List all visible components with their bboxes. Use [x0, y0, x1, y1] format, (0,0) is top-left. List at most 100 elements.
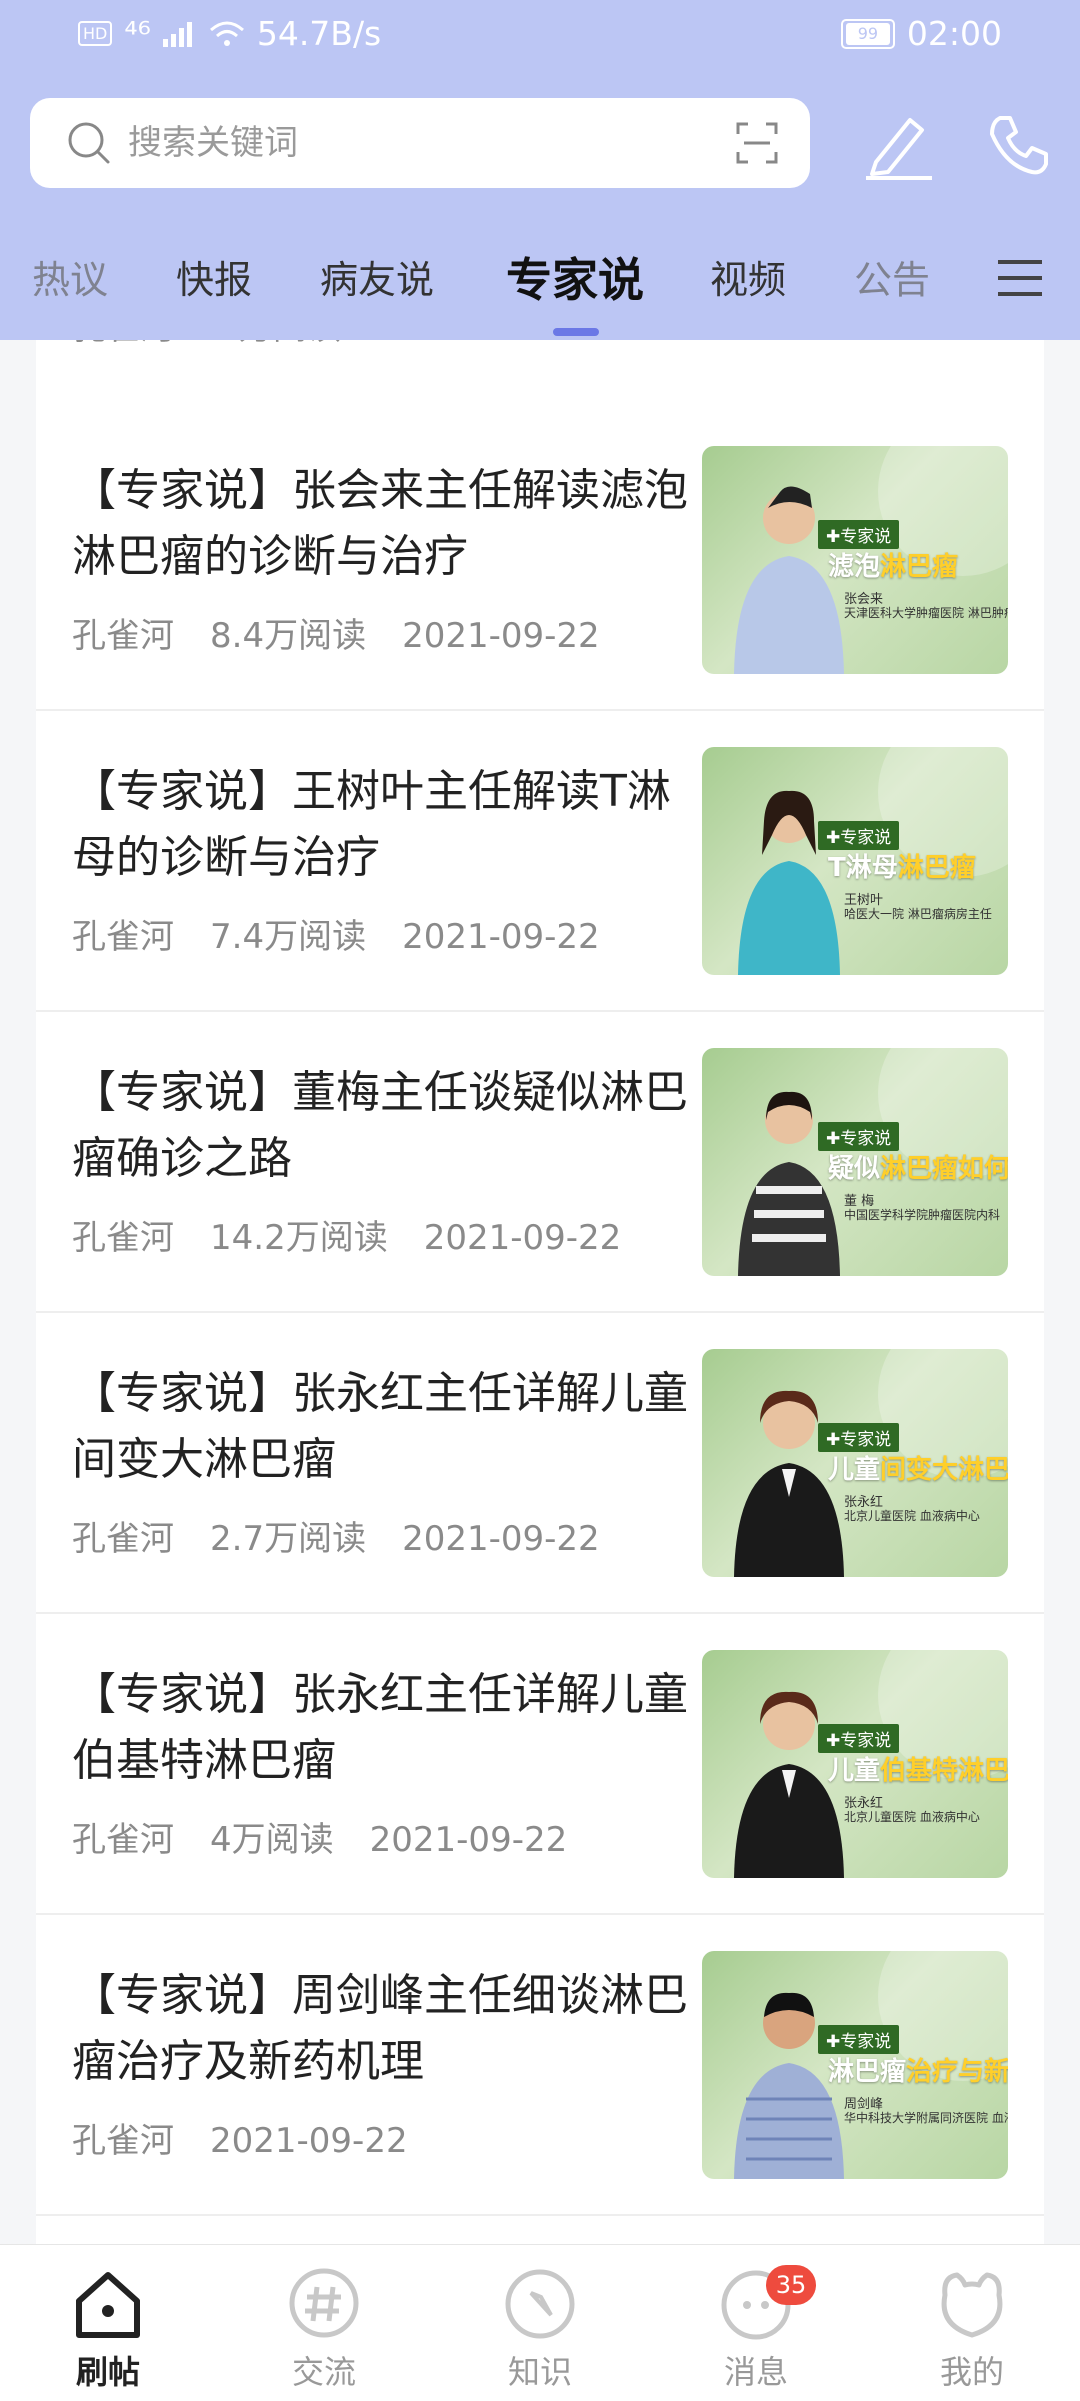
thumbnail-hospital: 天津医科大学肿瘤医院 淋巴肿瘤科主任 — [844, 606, 1008, 620]
nav-label: 知识 — [507, 2353, 572, 2391]
category-tabs: 热议 快报 病友说 专家说 视频 公告 — [0, 250, 1080, 340]
article-item[interactable]: 【专家说】张永红主任详解儿童间变大淋巴瘤 孔雀河 2.7万阅读 2021-09-22… — [36, 1313, 1044, 1614]
article-reads: 8.4万阅读 — [210, 616, 367, 656]
article-author: 孔雀河 — [72, 1519, 174, 1559]
hd-indicator: HD — [78, 21, 113, 46]
article-title: 【专家说】王树叶主任解读T淋母的诊断与治疗 — [72, 766, 671, 883]
nav-exchange[interactable]: 交流 — [254, 2265, 394, 2393]
article-reads: 7.4万阅读 — [210, 917, 367, 957]
article-item[interactable]: 【专家说】张会来主任解读滤泡淋巴瘤的诊断与治疗 孔雀河 8.4万阅读 2021-09… — [36, 410, 1044, 711]
thumbnail-badge: ✚专家说 — [818, 1122, 900, 1151]
tab-news[interactable]: 快报 — [176, 250, 252, 310]
compass-icon — [505, 2269, 575, 2339]
article-feed: 孔雀河 4.7万阅读 2021-09-22 【专家说】张会来主任解读滤泡淋巴瘤的… — [36, 340, 1044, 2244]
article-reads: 2.7万阅读 — [210, 1519, 367, 1559]
article-date: 2021-09-22 — [402, 616, 600, 656]
article-thumbnail: ✚专家说 疑似淋巴瘤如何确诊 董 梅 中国医学科学院肿瘤医院内科 — [702, 1048, 1008, 1276]
signal-icon — [162, 21, 192, 47]
wifi-icon — [209, 21, 244, 46]
article-author: 孔雀河 — [72, 1820, 174, 1860]
top-header: HD ⁴⁶ 54.7B/s 99 02:00 搜索关键词 热议 快报 病友说 专… — [0, 0, 1080, 340]
article-thumbnail: ✚专家说 儿童间变大淋巴瘤 张永红 北京儿童医院 血液病中心 — [702, 1349, 1008, 1577]
article-date: 2021-09-22 — [402, 917, 600, 957]
article-author: 孔雀河 — [72, 2121, 174, 2161]
active-tab-indicator — [553, 328, 599, 336]
article-title: 【专家说】张永红主任详解儿童间变大淋巴瘤 — [72, 1368, 688, 1485]
hashtag-chat-icon — [289, 2268, 359, 2338]
article-meta: 孔雀河 4万阅读 2021-09-22 — [72, 1812, 603, 1861]
article-thumbnail: ✚专家说 淋巴瘤治疗与新药 周剑峰 华中科技大学附属同济医院 血液科主任 — [702, 1951, 1008, 2179]
article-meta: 孔雀河 2.7万阅读 2021-09-22 — [72, 1511, 636, 1560]
thumbnail-headline: T淋母淋巴瘤 — [828, 853, 976, 883]
search-icon — [68, 122, 110, 164]
nav-feed[interactable]: 刷帖 — [38, 2265, 178, 2393]
bottom-navigation: 刷帖 交流 知识 消息 35 我的 — [0, 2244, 1080, 2401]
tab-patients[interactable]: 病友说 — [320, 250, 434, 310]
nav-label: 刷帖 — [75, 2353, 140, 2391]
article-thumbnail: ✚专家说 T淋母淋巴瘤 王树叶 哈医大一院 淋巴瘤病房主任 — [702, 747, 1008, 975]
article-date: 2021-09-22 — [210, 2121, 408, 2161]
thumbnail-hospital: 北京儿童医院 血液病中心 — [844, 1810, 980, 1824]
article-date: 2021-09-22 — [423, 1218, 622, 1258]
thumbnail-badge: ✚专家说 — [818, 821, 900, 850]
profile-face-icon — [941, 2272, 1003, 2338]
article-meta: 孔雀河 4.7万阅读 2021-09-22 — [72, 340, 549, 349]
article-thumbnail: ✚专家说 儿童伯基特淋巴瘤 张永红 北京儿童医院 血液病中心 — [702, 1650, 1008, 1878]
nav-label: 我的 — [939, 2353, 1004, 2391]
search-placeholder: 搜索关键词 — [128, 123, 298, 163]
article-author: 孔雀河 — [72, 1218, 174, 1258]
home-icon — [76, 2272, 140, 2338]
thumbnail-badge: ✚专家说 — [818, 520, 900, 549]
article-date: 2021-09-22 — [402, 1519, 600, 1559]
article-reads: 4万阅读 — [210, 1820, 334, 1860]
nav-profile[interactable]: 我的 — [902, 2265, 1042, 2393]
thumbnail-badge: ✚专家说 — [818, 2025, 900, 2054]
thumbnail-hospital: 哈医大一院 淋巴瘤病房主任 — [844, 907, 992, 921]
thumbnail-hospital: 中国医学科学院肿瘤医院内科 — [844, 1208, 1001, 1222]
nav-label: 交流 — [291, 2353, 356, 2391]
article-reads: 14.2万阅读 — [210, 1218, 388, 1258]
thumbnail-headline: 疑似淋巴瘤如何确诊 — [828, 1154, 1008, 1184]
article-title: 【专家说】张会来主任解读滤泡淋巴瘤的诊断与治疗 — [72, 465, 688, 582]
tab-hot-topics[interactable]: 热议 — [32, 250, 108, 310]
clock: 02:00 — [906, 14, 1002, 53]
article-date: 2021-09-22 — [369, 1820, 568, 1860]
unread-badge: 35 — [766, 2265, 816, 2305]
thumbnail-headline: 儿童伯基特淋巴瘤 — [828, 1756, 1008, 1786]
thumbnail-hospital: 华中科技大学附属同济医院 血液科主任 — [844, 2111, 1008, 2125]
thumbnail-hospital: 北京儿童医院 血液病中心 — [844, 1509, 980, 1523]
article-title: 【专家说】张永红主任详解儿童伯基特淋巴瘤 — [72, 1669, 688, 1786]
article-author: 孔雀河 — [72, 917, 174, 957]
nav-knowledge[interactable]: 知识 — [470, 2265, 610, 2393]
article-meta: 孔雀河 7.4万阅读 2021-09-22 — [72, 909, 636, 958]
partial-article[interactable]: 孔雀河 4.7万阅读 2021-09-22 — [36, 340, 1044, 410]
phone-icon[interactable] — [986, 112, 1052, 178]
thumbnail-badge: ✚专家说 — [818, 1423, 900, 1452]
network-type: ⁴⁶ — [124, 14, 151, 53]
battery-level: 99 — [845, 22, 890, 45]
article-item[interactable]: 【专家说】王树叶主任解读T淋母的诊断与治疗 孔雀河 7.4万阅读 2021-09-2… — [36, 711, 1044, 1012]
article-author: 孔雀河 — [72, 616, 174, 656]
search-bar[interactable]: 搜索关键词 — [30, 98, 810, 188]
scan-icon[interactable] — [734, 120, 780, 166]
article-title: 【专家说】董梅主任谈疑似淋巴瘤确诊之路 — [72, 1067, 688, 1184]
article-item[interactable]: 【专家说】周剑峰主任细谈淋巴瘤治疗及新药机理 孔雀河 2021-09-22 ✚专家… — [36, 1915, 1044, 2216]
article-meta: 孔雀河 2021-09-22 — [72, 2113, 444, 2162]
thumbnail-headline: 滤泡淋巴瘤 — [828, 552, 959, 582]
edit-pen-icon[interactable] — [862, 112, 936, 180]
network-speed: 54.7B/s — [256, 14, 382, 53]
nav-label: 消息 — [723, 2353, 788, 2391]
thumbnail-headline: 儿童间变大淋巴瘤 — [828, 1455, 1008, 1485]
article-meta: 孔雀河 14.2万阅读 2021-09-22 — [72, 1210, 657, 1259]
tab-videos[interactable]: 视频 — [710, 250, 786, 310]
tab-experts[interactable]: 专家说 — [506, 250, 644, 310]
article-thumbnail: ✚专家说 滤泡淋巴瘤 张会来 天津医科大学肿瘤医院 淋巴肿瘤科主任 — [702, 446, 1008, 674]
article-meta: 孔雀河 8.4万阅读 2021-09-22 — [72, 608, 636, 657]
status-bar: HD ⁴⁶ 54.7B/s 99 02:00 — [0, 0, 1080, 72]
article-title: 【专家说】周剑峰主任细谈淋巴瘤治疗及新药机理 — [72, 1970, 688, 2087]
menu-icon[interactable] — [996, 254, 1044, 302]
thumbnail-badge: ✚专家说 — [818, 1724, 900, 1753]
article-item[interactable]: 【专家说】董梅主任谈疑似淋巴瘤确诊之路 孔雀河 14.2万阅读 2021-09-22… — [36, 1012, 1044, 1313]
tab-announcements[interactable]: 公告 — [854, 250, 930, 310]
article-item[interactable]: 【专家说】张永红主任详解儿童伯基特淋巴瘤 孔雀河 4万阅读 2021-09-22 ✚… — [36, 1614, 1044, 1915]
